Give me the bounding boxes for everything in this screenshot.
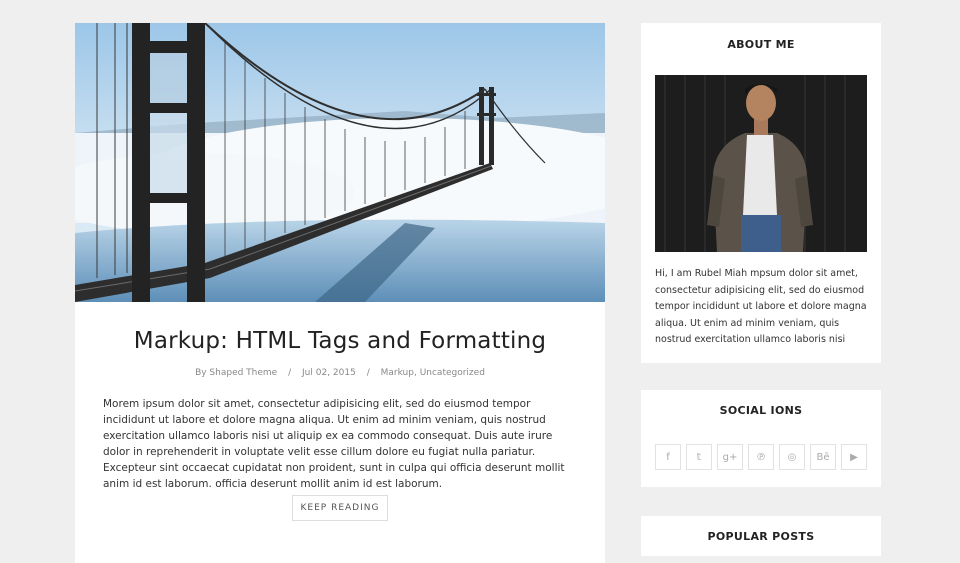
about-me-title: ABOUT ME — [727, 38, 795, 51]
popular-posts-widget: POPULAR POSTS — [641, 516, 881, 556]
post-featured-image[interactable] — [75, 23, 605, 302]
twitter-icon[interactable]: 𝕥 — [686, 444, 712, 470]
post-author[interactable]: By Shaped Theme — [195, 368, 277, 378]
meta-separator: / — [366, 368, 370, 378]
post-excerpt: Morem ipsum dolor sit amet, consectetur … — [103, 398, 565, 490]
dribbble-icon[interactable]: ◎ — [779, 444, 805, 470]
about-me-text: Hi, I am Rubel Miah mpsum dolor sit amet… — [655, 268, 867, 345]
blog-post-card: Markup: HTML Tags and Formatting By Shap… — [75, 23, 605, 563]
post-title[interactable]: Markup: HTML Tags and Formatting — [75, 328, 605, 354]
pinterest-icon[interactable]: ℗ — [748, 444, 774, 470]
post-meta: By Shaped Theme / Jul 02, 2015 / Markup,… — [75, 368, 605, 378]
about-me-widget: ABOUT ME Hi, I am Rubel Miah mpsum dolor… — [641, 23, 881, 363]
social-icons-title: SOCIAL IONS — [719, 404, 803, 417]
social-icons-row: f 𝕥 g+ ℗ ◎ Bē ▶ — [655, 444, 867, 470]
meta-separator: / — [288, 368, 292, 378]
behance-icon[interactable]: Bē — [810, 444, 836, 470]
popular-posts-title: POPULAR POSTS — [707, 530, 815, 543]
youtube-icon[interactable]: ▶ — [841, 444, 867, 470]
author-photo — [655, 75, 867, 252]
post-date[interactable]: Jul 02, 2015 — [302, 368, 356, 378]
social-icons-widget: SOCIAL IONS f 𝕥 g+ ℗ ◎ Bē ▶ — [641, 390, 881, 487]
post-categories[interactable]: Markup, Uncategorized — [381, 368, 485, 378]
keep-reading-button[interactable]: KEEP READING — [292, 495, 388, 521]
facebook-icon[interactable]: f — [655, 444, 681, 470]
google-plus-icon[interactable]: g+ — [717, 444, 743, 470]
